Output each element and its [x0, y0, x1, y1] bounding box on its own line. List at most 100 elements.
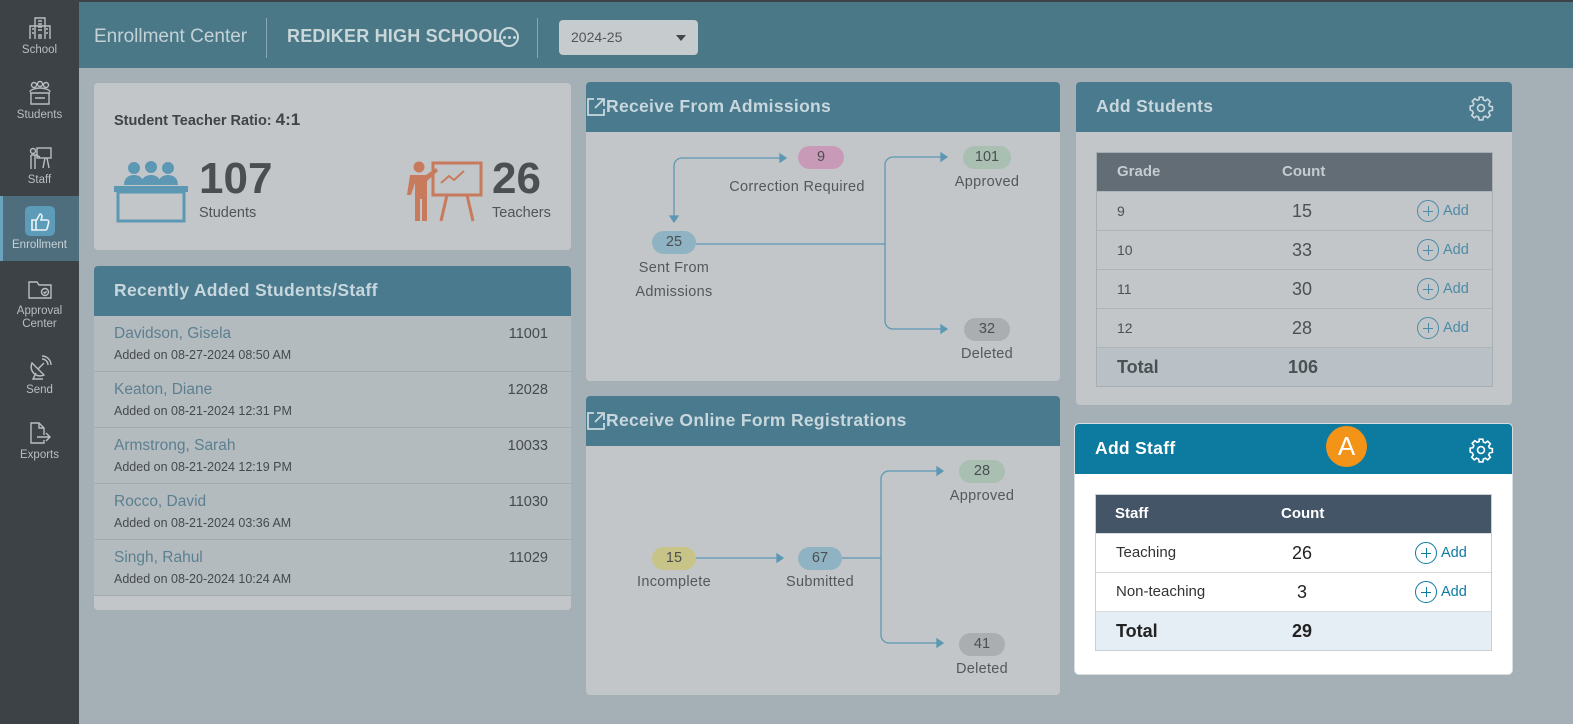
table-row: 12 28 Add [1097, 308, 1492, 347]
sidebar-item-label: Approval Center [16, 304, 63, 330]
ratio-value: 4:1 [275, 110, 301, 129]
add-button[interactable]: Add [1417, 278, 1469, 300]
card-title: Add Staff [1095, 438, 1176, 458]
school-icon [28, 16, 51, 39]
sidebar-item-staff[interactable]: Staff [0, 133, 79, 198]
correction-count-badge[interactable]: 9 [798, 146, 844, 169]
col-staff: Staff [1115, 505, 1149, 522]
add-button[interactable]: Add [1417, 200, 1469, 222]
sidebar-item-approval-center[interactable]: Approval Center [0, 268, 79, 338]
folder-icon [27, 280, 52, 299]
export-file-icon [29, 421, 51, 444]
plus-circle-icon [1415, 581, 1437, 603]
sidebar-item-school[interactable]: School [0, 3, 79, 68]
recent-id: 11001 [508, 326, 548, 342]
card-title: Recently Added Students/Staff [94, 266, 571, 316]
sidebar-item-exports[interactable]: Exports [0, 408, 79, 473]
add-button[interactable]: Add [1415, 542, 1467, 564]
col-count: Count [1281, 505, 1325, 522]
recent-added-date: Added on 08-21-2024 12:31 PM [114, 404, 292, 418]
deleted-count-badge[interactable]: 41 [959, 633, 1005, 656]
submitted-count-badge[interactable]: 67 [798, 547, 842, 570]
total-row: Total 106 [1097, 347, 1492, 386]
count-cell: 33 [1292, 240, 1313, 260]
total-label: Total [1117, 357, 1159, 377]
recent-added-date: Added on 08-21-2024 12:19 PM [114, 460, 292, 474]
list-item[interactable]: Davidson, Gisela Added on 08-27-2024 08:… [94, 316, 571, 372]
count-cell: 30 [1292, 279, 1313, 299]
header-divider [266, 18, 267, 58]
plus-circle-icon [1415, 542, 1437, 564]
sent-count-badge[interactable]: 25 [652, 231, 696, 254]
ratio-card: Student Teacher Ratio: 4:1 107 Students 2… [94, 83, 571, 250]
sidebar-item-label: Exports [20, 448, 59, 461]
plus-circle-icon [1417, 278, 1439, 300]
count-cell: 28 [1292, 318, 1313, 338]
add-label: Add [1441, 545, 1467, 561]
staff-table: Staff Count Teaching 26 Add Non-teaching… [1095, 494, 1492, 651]
deleted-label: Deleted [955, 661, 1009, 677]
recently-added-card: Recently Added Students/Staff Davidson, … [94, 266, 571, 610]
list-item[interactable]: Rocco, David Added on 08-21-2024 03:36 A… [94, 484, 571, 540]
add-staff-card: Add Staff Staff Count Teaching 26 Add No… [1075, 424, 1512, 674]
recent-name[interactable]: Keaton, Diane [114, 381, 551, 399]
sidebar-item-label: School [21, 43, 58, 56]
total-label: Total [1116, 621, 1158, 641]
sidebar: School Students Staff Enrollment Approva… [0, 0, 79, 724]
add-students-card: Add Students Grade Count 9 15 Add 10 33 … [1076, 82, 1512, 405]
school-name: REDIKER HIGH SCHOOL [287, 26, 504, 46]
students-classroom-icon [114, 161, 188, 223]
col-count: Count [1282, 163, 1326, 180]
card-title: Add Students [1096, 96, 1214, 116]
more-options-icon[interactable] [499, 27, 519, 47]
table-row: 9 15 Add [1097, 191, 1492, 230]
staff-type-cell: Non-teaching [1116, 583, 1206, 600]
add-label: Add [1441, 584, 1467, 600]
incomplete-label: Incomplete [637, 574, 711, 590]
students-icon [28, 80, 51, 105]
incomplete-count-badge[interactable]: 15 [652, 547, 696, 570]
sidebar-item-label: Staff [27, 173, 52, 186]
grade-cell: 12 [1117, 320, 1133, 336]
recent-name[interactable]: Davidson, Gisela [114, 325, 551, 343]
add-label: Add [1443, 242, 1469, 258]
gear-icon[interactable] [1468, 95, 1494, 121]
recent-id: 10033 [507, 438, 548, 454]
plus-circle-icon [1417, 200, 1439, 222]
sidebar-item-enrollment[interactable]: Enrollment [0, 196, 79, 261]
recent-id: 12028 [507, 382, 548, 398]
school-year-select[interactable]: 2024-25 [559, 20, 698, 55]
recent-id: 11030 [508, 494, 548, 510]
online-registrations-card: Receive Online Form Registrations 15 Inc… [586, 396, 1060, 695]
col-grade: Grade [1117, 163, 1161, 180]
students-count: 107 [199, 154, 273, 203]
approved-count-badge[interactable]: 28 [959, 460, 1005, 483]
approved-label: Approved [954, 174, 1020, 190]
add-button[interactable]: Add [1417, 239, 1469, 261]
count-cell: 15 [1292, 201, 1313, 221]
sidebar-item-send[interactable]: Send [0, 343, 79, 408]
add-button[interactable]: Add [1417, 317, 1469, 339]
submitted-label: Submitted [786, 574, 854, 590]
add-button[interactable]: Add [1415, 581, 1467, 603]
table-row: Non-teaching 3 Add [1096, 572, 1491, 611]
approved-count-badge[interactable]: 101 [963, 146, 1011, 169]
thumbs-up-icon [30, 212, 50, 231]
table-row: Teaching 26 Add [1096, 533, 1491, 572]
table-header: Grade Count [1097, 153, 1492, 191]
admissions-card: Receive From Admissions 9 Correction Req… [586, 82, 1060, 381]
deleted-count-badge[interactable]: 32 [964, 318, 1010, 341]
list-item[interactable]: Singh, Rahul Added on 08-20-2024 10:24 A… [94, 540, 571, 596]
list-item[interactable]: Keaton, Diane Added on 08-21-2024 12:31 … [94, 372, 571, 428]
sidebar-item-students[interactable]: Students [0, 68, 79, 133]
teachers-label: Teachers [492, 205, 551, 221]
grade-cell: 11 [1117, 281, 1132, 297]
gear-icon[interactable] [1468, 437, 1494, 463]
teachers-count: 26 [492, 154, 541, 203]
recent-name[interactable]: Rocco, David [114, 493, 551, 511]
add-label: Add [1443, 281, 1469, 297]
list-item[interactable]: Armstrong, Sarah Added on 08-21-2024 12:… [94, 428, 571, 484]
count-cell: 3 [1297, 582, 1308, 602]
recent-name[interactable]: Singh, Rahul [114, 549, 551, 567]
recent-name[interactable]: Armstrong, Sarah [114, 437, 551, 455]
